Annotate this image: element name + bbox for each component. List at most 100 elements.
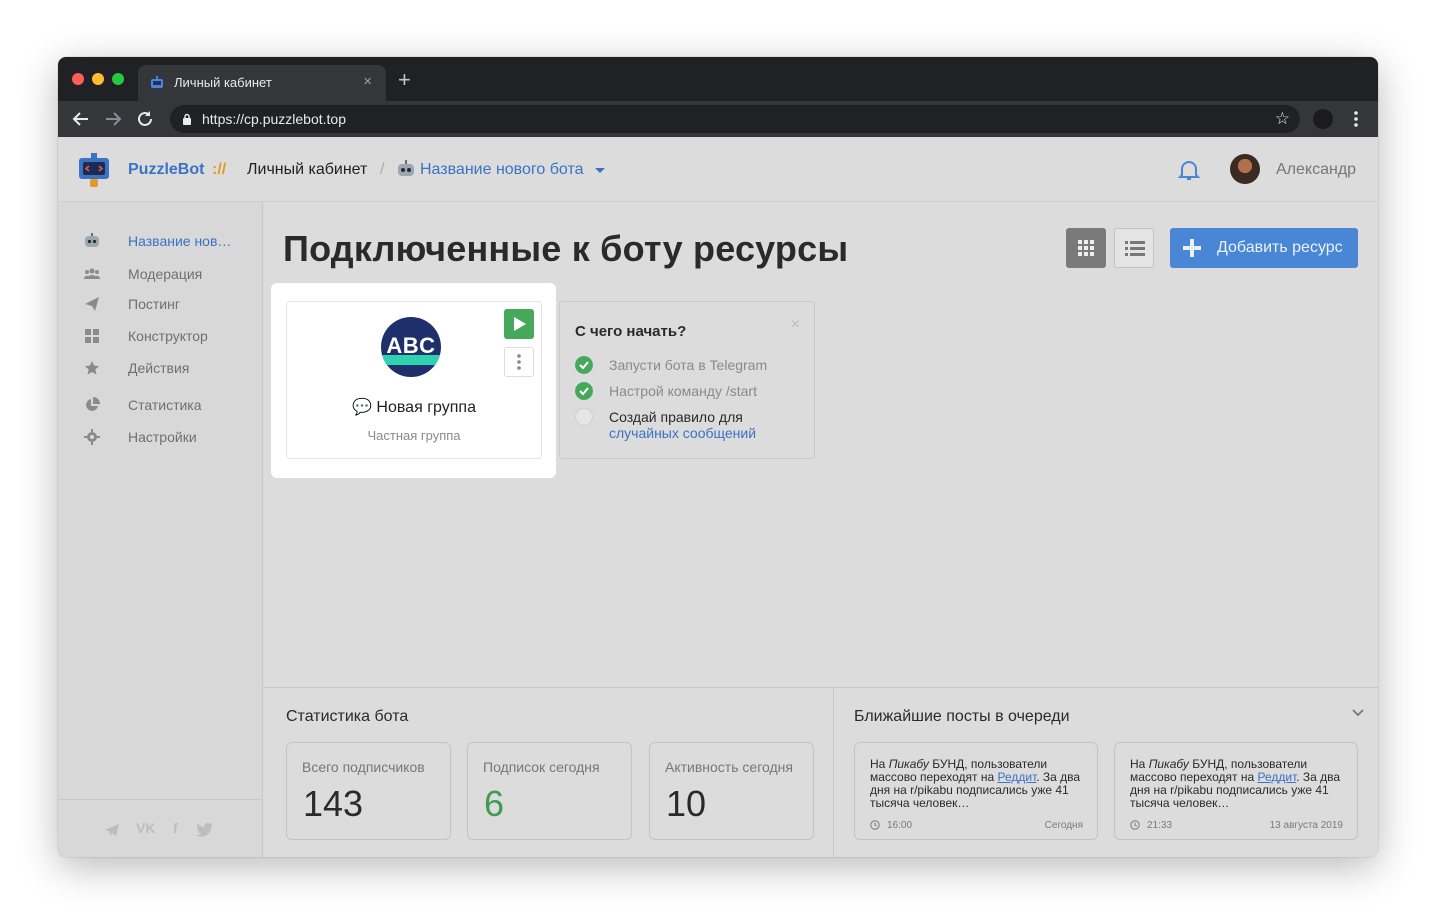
getting-started-panel: С чего начать? × Запусти бота в Telegram… — [559, 301, 815, 459]
profile-icon[interactable] — [1313, 109, 1333, 129]
browser-tab[interactable]: Личный кабинет × — [138, 65, 386, 101]
sidebar: Название нов… Модерация Постинг Конструк… — [58, 202, 263, 857]
close-icon[interactable]: × — [791, 316, 800, 334]
notification-bell-icon[interactable] — [1178, 158, 1200, 182]
minimize-window-button[interactable] — [92, 73, 104, 85]
stat-card-activity-today: Активность сегодня 10 — [649, 742, 814, 840]
bot-statistics: Статистика бота Всего подписчиков 143 По… — [263, 688, 834, 857]
facebook-icon[interactable]: f — [173, 820, 178, 836]
post-link[interactable]: Реддит — [1257, 770, 1296, 784]
play-icon — [514, 317, 526, 331]
main-content: Подключенные к боту ресурсы Добавить рес… — [263, 202, 1378, 687]
browser-toolbar: https://cp.puzzlebot.top ☆ — [58, 101, 1378, 137]
breadcrumb-cabinet[interactable]: Личный кабинет — [247, 161, 367, 179]
random-messages-link[interactable]: случайных сообщений — [609, 425, 756, 441]
brand-separator: :// — [212, 161, 227, 178]
browser-window: Личный кабинет × + https://cp.puzzlebot.… — [58, 57, 1378, 857]
url-text: https://cp.puzzlebot.top — [202, 111, 346, 127]
browser-menu-icon[interactable] — [1348, 107, 1364, 131]
sidebar-item-label: Настройки — [128, 429, 197, 445]
avatar-logo-text: ABC — [386, 333, 436, 358]
checkmark-icon — [575, 382, 593, 400]
pie-chart-icon — [86, 397, 100, 411]
grid-blocks-icon — [85, 329, 99, 343]
page-content: PuzzleBot :// Личный кабинет / Название … — [58, 137, 1378, 857]
vk-icon[interactable]: VK — [136, 820, 155, 836]
sidebar-item-label: Статистика — [128, 397, 202, 413]
resource-type: Частная группа — [367, 428, 461, 443]
sidebar-item-label: Конструктор — [128, 328, 208, 344]
user-name[interactable]: Александр — [1276, 161, 1356, 179]
reload-icon[interactable] — [134, 108, 156, 130]
telegram-icon[interactable] — [104, 822, 120, 838]
stat-value: 143 — [303, 783, 364, 824]
puzzlebot-favicon-icon — [151, 76, 163, 88]
post-link[interactable]: Реддит — [997, 770, 1036, 784]
post-text: На Пикабу БУНД, пользователи массово пер… — [870, 758, 1090, 810]
resource-name: 💬 Новая группа — [287, 397, 541, 417]
vertical-dots-icon — [517, 354, 521, 370]
stat-card-subscribers: Всего подписчиков 143 — [286, 742, 451, 840]
queued-post[interactable]: На Пикабу БУНД, пользователи массово пер… — [854, 742, 1098, 840]
stat-label: Подписок сегодня — [483, 759, 600, 775]
getting-started-title: С чего начать? — [575, 323, 687, 340]
app-header: PuzzleBot :// Личный кабинет / Название … — [58, 137, 1378, 202]
lock-icon — [183, 113, 191, 125]
sidebar-item-label: Действия — [128, 360, 190, 376]
resource-card[interactable]: ABC 💬 Новая группа Частная группа — [286, 301, 542, 459]
queued-post[interactable]: На Пикабу БУНД, пользователи массово пер… — [1114, 742, 1358, 840]
post-text-italic: Пикабу — [888, 757, 929, 771]
step-text-main: Создай правило для — [609, 409, 743, 425]
clock-icon — [870, 820, 880, 830]
robot-icon — [398, 160, 414, 176]
speech-bubble-icon: 💬 — [352, 399, 372, 416]
tab-title: Личный кабинет — [174, 75, 272, 90]
post-date: Сегодня — [1044, 820, 1083, 831]
grid-view-icon — [1078, 240, 1094, 256]
stat-label: Всего подписчиков — [302, 759, 425, 775]
clock-icon — [1130, 820, 1140, 830]
forward-arrow-icon[interactable] — [102, 108, 124, 130]
step-text: Настрой команду /start — [609, 383, 757, 399]
resource-avatar: ABC — [381, 317, 441, 377]
step-text: Запусти бота в Telegram — [609, 357, 768, 373]
back-arrow-icon[interactable] — [70, 108, 92, 130]
paper-plane-icon — [85, 297, 99, 311]
add-resource-label: Добавить ресурс — [1217, 239, 1343, 256]
empty-circle-icon — [575, 408, 593, 426]
post-text-italic: Пикабу — [1148, 757, 1189, 771]
post-text: На Пикабу БУНД, пользователи массово пер… — [1130, 758, 1350, 810]
gear-icon — [84, 429, 100, 445]
breadcrumb-slash: / — [380, 161, 385, 178]
add-resource-button[interactable]: Добавить ресурс — [1170, 228, 1358, 268]
post-text-prefix: На — [1130, 757, 1149, 771]
grid-view-button[interactable] — [1066, 228, 1106, 268]
close-window-button[interactable] — [72, 73, 84, 85]
address-bar[interactable]: https://cp.puzzlebot.top ☆ — [170, 105, 1300, 133]
new-tab-button[interactable]: + — [398, 69, 411, 91]
bot-selector[interactable]: Название нового бота — [420, 161, 583, 179]
chevron-down-icon[interactable] — [1352, 706, 1364, 718]
start-resource-button[interactable] — [504, 309, 534, 339]
tab-strip: Личный кабинет × + — [58, 57, 1378, 101]
post-time: 16:00 — [887, 820, 913, 831]
star-icon — [84, 361, 100, 375]
user-avatar[interactable] — [1230, 154, 1260, 184]
list-view-button[interactable] — [1114, 228, 1154, 268]
social-links: VK f — [58, 799, 262, 857]
checkmark-icon — [575, 356, 593, 374]
stat-value: 6 — [484, 783, 505, 824]
brand-name[interactable]: PuzzleBot — [128, 161, 204, 179]
post-text-prefix: На — [870, 757, 889, 771]
post-date: 13 августа 2019 — [1269, 820, 1343, 831]
statistics-title: Статистика бота — [286, 708, 409, 725]
puzzlebot-logo-icon[interactable] — [78, 153, 110, 187]
resource-menu-button[interactable] — [504, 347, 534, 377]
sidebar-item-label: Постинг — [128, 296, 180, 312]
chevron-down-icon[interactable] — [595, 168, 605, 173]
maximize-window-button[interactable] — [112, 73, 124, 85]
twitter-icon[interactable] — [196, 822, 214, 838]
bookmark-star-icon[interactable]: ☆ — [1275, 109, 1290, 129]
bottom-panel: Статистика бота Всего подписчиков 143 По… — [263, 687, 1378, 857]
tab-close-icon[interactable]: × — [363, 73, 372, 90]
